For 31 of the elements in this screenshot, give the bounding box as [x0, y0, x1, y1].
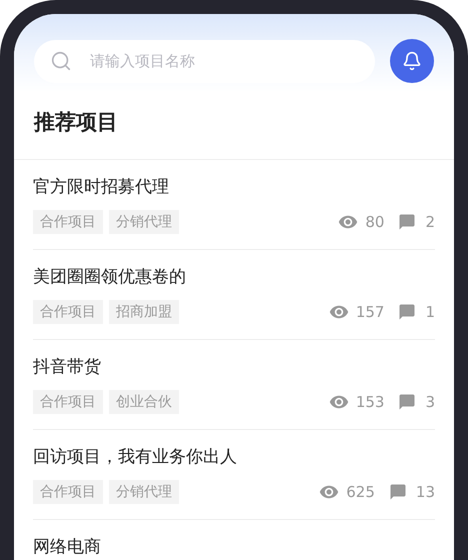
project-title[interactable]: 网络电商	[33, 536, 435, 558]
project-tag: 分销代理	[109, 480, 179, 504]
notification-button[interactable]	[390, 39, 434, 83]
comment-icon	[398, 303, 416, 321]
project-title[interactable]: 回访项目，我有业务你出人	[33, 446, 435, 468]
comment-icon	[398, 213, 416, 231]
project-tag: 创业合伙	[109, 390, 179, 414]
comment-count: 2	[425, 212, 435, 233]
comment-count: 1	[425, 302, 435, 323]
project-tag: 合作项目	[33, 210, 103, 234]
search-icon	[50, 50, 72, 72]
bell-icon	[402, 51, 422, 71]
project-tag: 招商加盟	[109, 300, 179, 324]
comment-count: 3	[425, 392, 435, 413]
project-title[interactable]: 官方限时招募代理	[33, 176, 435, 198]
project-title[interactable]: 美团圈圈领优惠卷的	[33, 266, 435, 288]
view-count: 80	[365, 212, 384, 233]
project-tag: 合作项目	[33, 390, 103, 414]
comment-count: 13	[416, 482, 435, 503]
project-tag: 合作项目	[33, 480, 103, 504]
search-input[interactable]: 请输入项目名称	[90, 50, 375, 72]
comment-icon	[388, 483, 407, 501]
search-field[interactable]: 请输入项目名称	[34, 40, 375, 82]
view-count: 625	[346, 482, 375, 503]
comment-icon	[398, 393, 416, 411]
view-count: 153	[356, 392, 384, 413]
project-tag: 分销代理	[109, 210, 179, 234]
project-tag: 合作项目	[33, 300, 103, 324]
view-count: 157	[356, 302, 384, 323]
section-title: 推荐项目	[32, 109, 119, 136]
project-title[interactable]: 抖音带货	[33, 356, 435, 378]
